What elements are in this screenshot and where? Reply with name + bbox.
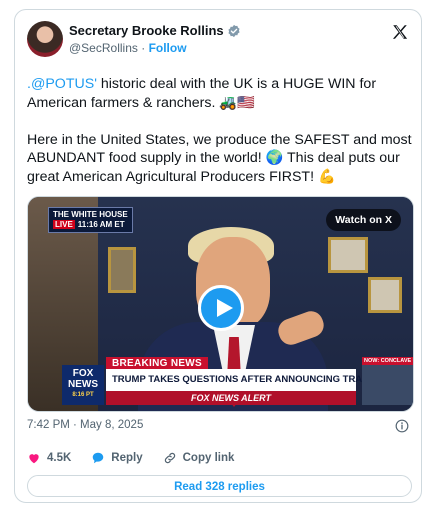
video-player[interactable]: THE WHITE HOUSE LIVE 11:16 AM ET Watch on… xyxy=(27,196,414,412)
like-button[interactable]: 4.5K xyxy=(27,451,71,465)
read-replies-button[interactable]: Read 328 replies xyxy=(27,475,412,497)
tweet-timestamp[interactable]: 7:42 PM · May 8, 2025 xyxy=(27,419,143,431)
wall-frame xyxy=(368,277,402,313)
x-logo-icon[interactable] xyxy=(391,23,409,41)
tweet-card: Secretary Brooke Rollins @SecRollins · F… xyxy=(14,9,422,503)
link-icon xyxy=(164,452,175,464)
author-handle[interactable]: @SecRollins xyxy=(69,41,138,55)
action-bar: 4.5K Reply Copy link xyxy=(27,451,254,465)
reply-label: Reply xyxy=(111,452,143,464)
info-icon[interactable] xyxy=(395,419,409,433)
reply-bubble-icon xyxy=(93,452,104,464)
heart-icon xyxy=(29,454,39,464)
follow-button[interactable]: Follow xyxy=(149,41,187,55)
potus-mention-link[interactable]: .@POTUS' xyxy=(27,76,97,92)
white-house-live-badge: THE WHITE HOUSE LIVE 11:16 AM ET xyxy=(48,207,133,233)
news-headline: TRUMP TAKES QUESTIONS AFTER ANNOUNCING T… xyxy=(106,369,404,391)
live-tag: LIVE xyxy=(53,220,75,229)
watch-on-x-button[interactable]: Watch on X xyxy=(326,209,401,231)
side-inset-label: NOW: CONCLAVE UNDERWAY xyxy=(362,357,413,365)
copy-link-button[interactable]: Copy link xyxy=(163,451,235,465)
wall-frame xyxy=(328,237,368,273)
wh-time: 11:16 AM ET xyxy=(77,220,125,229)
reply-button[interactable]: Reply xyxy=(91,451,143,465)
handle-row: @SecRollins · Follow xyxy=(69,41,187,55)
fox-news-logo: FOX NEWS 8:16 PT xyxy=(62,365,104,405)
copy-link-label: Copy link xyxy=(182,452,235,464)
tweet-text: .@POTUS' historic deal with the UK is a … xyxy=(27,75,413,186)
play-button-icon[interactable] xyxy=(198,285,244,331)
like-count: 4.5K xyxy=(47,452,72,464)
fox-logo-line-1: FOX xyxy=(72,368,94,379)
verified-badge-icon xyxy=(228,24,240,37)
fox-time: 8:16 PT xyxy=(72,392,94,398)
wall-portrait xyxy=(108,247,136,293)
side-inset: NOW: CONCLAVE UNDERWAY xyxy=(362,357,413,405)
avatar[interactable] xyxy=(27,21,63,57)
fox-news-alert-bar: FOX NEWS ALERT xyxy=(106,391,356,405)
tweet-paragraph-2: Here in the United States, we produce th… xyxy=(27,131,415,185)
author-name-row: Secretary Brooke Rollins xyxy=(69,23,241,38)
separator-dot: · xyxy=(141,41,146,55)
wh-title: THE WHITE HOUSE xyxy=(53,210,128,219)
author-name[interactable]: Secretary Brooke Rollins xyxy=(69,23,224,38)
fox-logo-line-2: NEWS xyxy=(68,379,98,390)
